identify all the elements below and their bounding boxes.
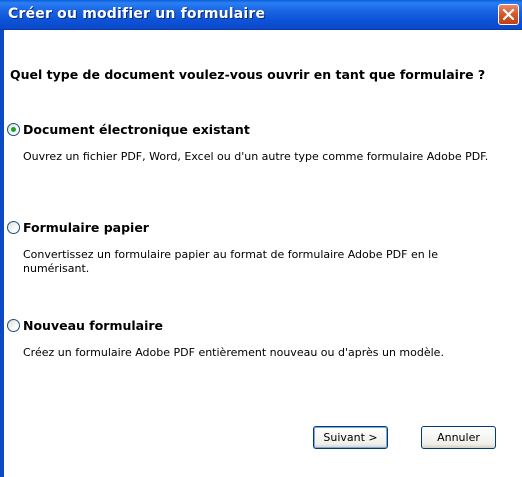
option-description: Créez un formulaire Adobe PDF entièremen…: [23, 346, 444, 359]
option-description: Ouvrez un fichier PDF, Word, Excel ou d'…: [23, 150, 489, 163]
question-text: Quel type de document voulez-vous ouvrir…: [10, 67, 486, 82]
option-paper-form[interactable]: Formulaire papier Convertissez un formul…: [7, 220, 507, 275]
option-existing-document[interactable]: Document électronique existant Ouvrez un…: [7, 122, 507, 163]
dialog-window: Créer ou modifier un formulaire Quel typ…: [0, 0, 522, 477]
option-label[interactable]: Formulaire papier: [23, 220, 149, 235]
next-button[interactable]: Suivant >: [313, 426, 388, 449]
radio-new-form[interactable]: [7, 319, 20, 332]
title-bar[interactable]: Créer ou modifier un formulaire: [0, 0, 522, 30]
option-label[interactable]: Document électronique existant: [23, 122, 250, 137]
option-description: Convertissez un formulaire papier au for…: [23, 248, 439, 275]
close-icon: [502, 8, 515, 21]
option-new-form[interactable]: Nouveau formulaire Créez un formulaire A…: [7, 318, 507, 359]
radio-paper-form[interactable]: [7, 221, 20, 234]
close-button[interactable]: [498, 4, 519, 25]
dialog-content: Quel type de document voulez-vous ouvrir…: [4, 30, 522, 477]
option-label[interactable]: Nouveau formulaire: [23, 318, 163, 333]
cancel-button[interactable]: Annuler: [421, 426, 496, 449]
dialog-title: Créer ou modifier un formulaire: [8, 6, 266, 22]
radio-existing-document[interactable]: [7, 123, 20, 136]
radio-selected-dot: [11, 127, 16, 132]
